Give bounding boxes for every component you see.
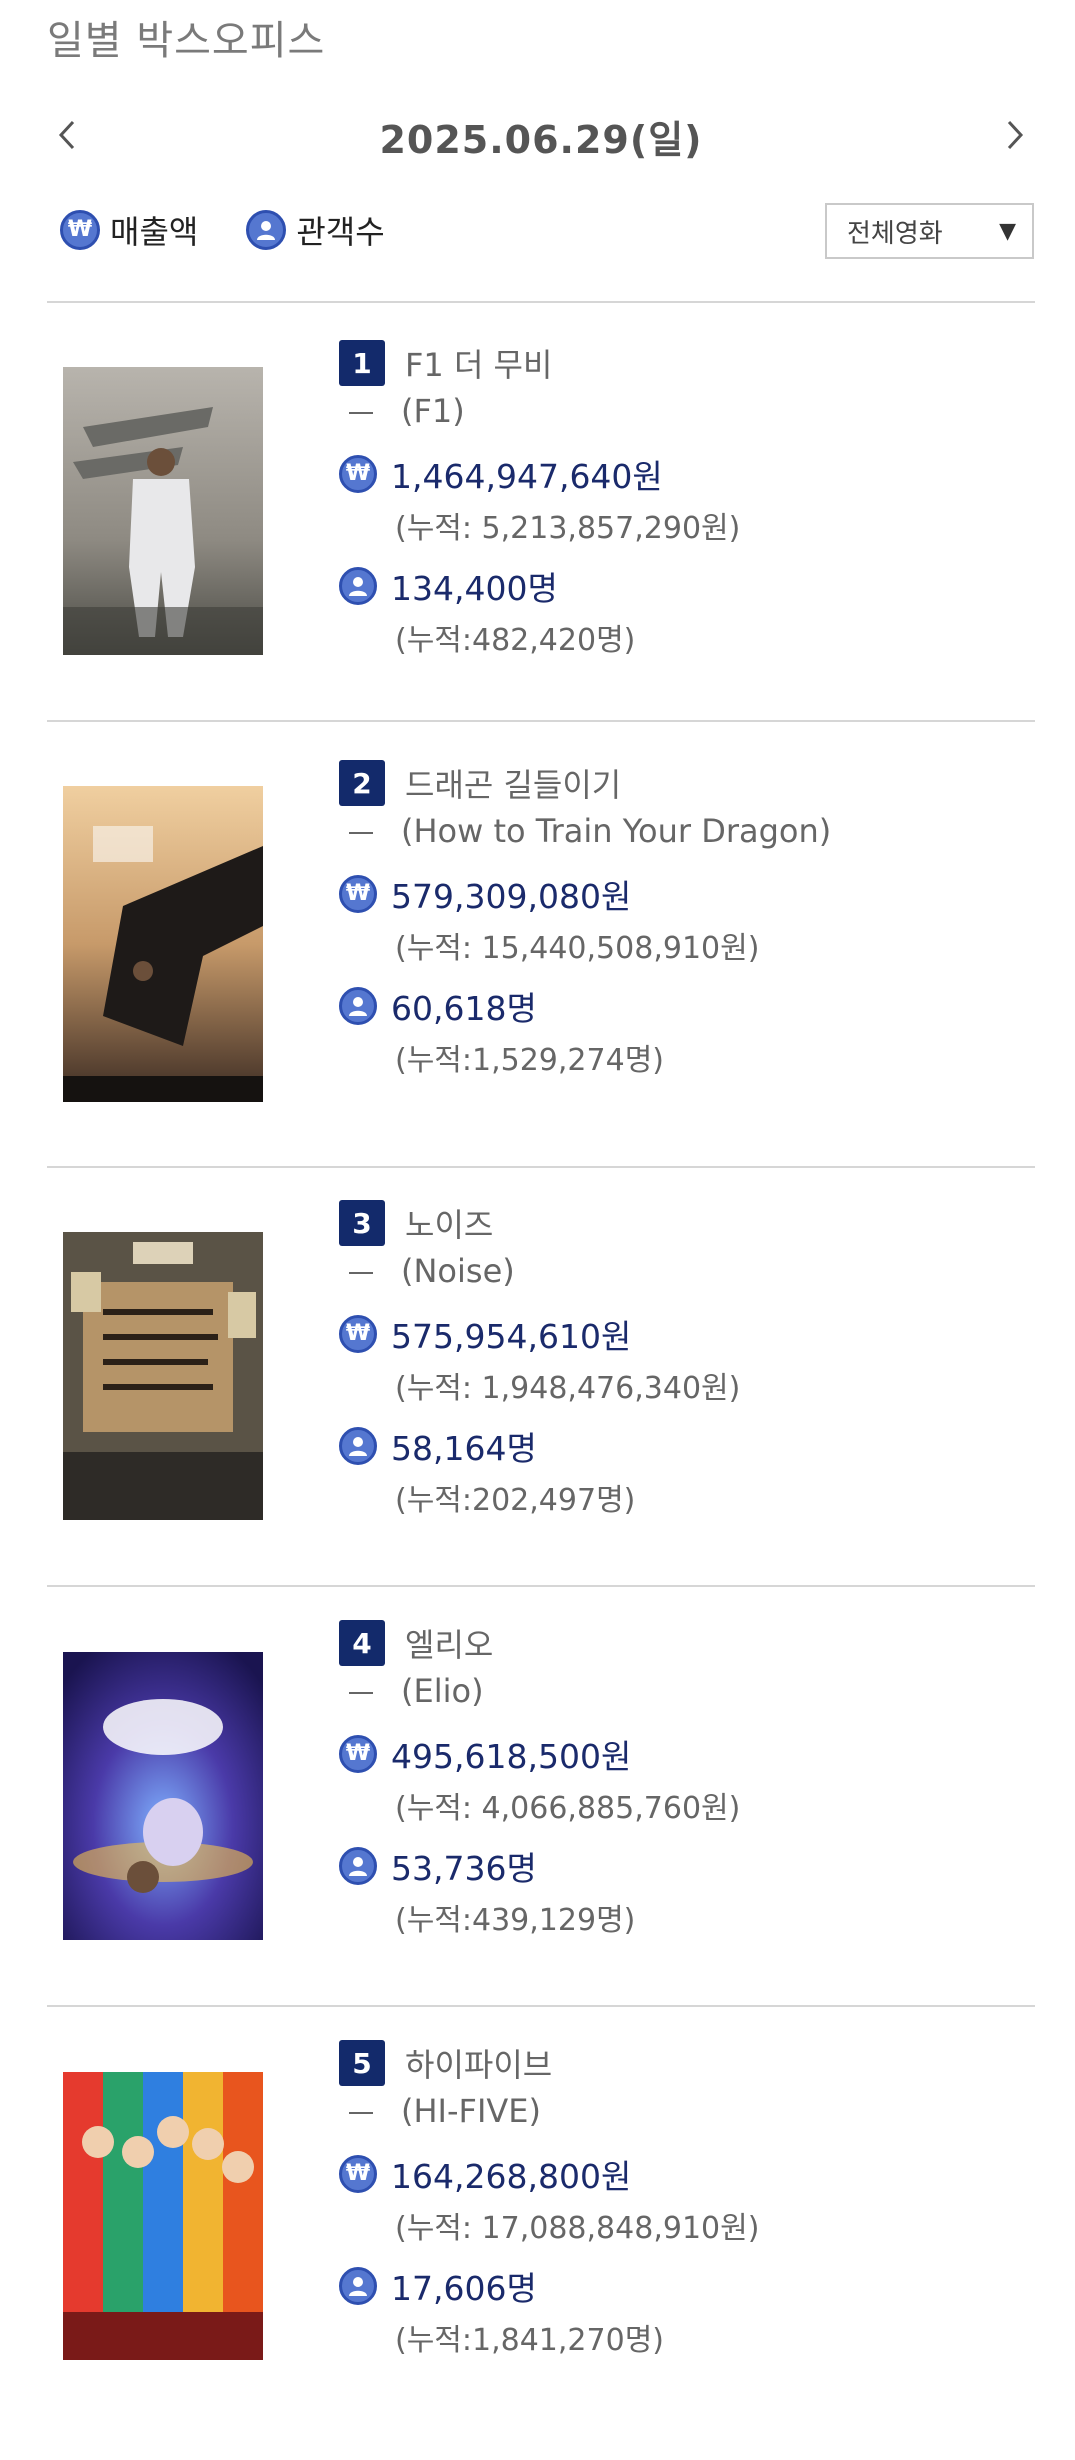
movie-poster[interactable] xyxy=(63,1652,263,1940)
won-icon: ₩ xyxy=(339,1735,377,1773)
movie-item[interactable]: 5 하이파이브 (HI-FIVE) ₩ 164,268,800원 (누적: 17… xyxy=(47,2040,1035,2460)
rank-badge: 1 xyxy=(339,340,385,386)
movie-poster[interactable] xyxy=(63,1232,263,1520)
won-icon: ₩ xyxy=(60,210,100,250)
won-icon: ₩ xyxy=(339,1315,377,1353)
movie-poster[interactable] xyxy=(63,786,263,1102)
legend: ₩ 매출액 관객수 xyxy=(60,205,433,255)
sales-value: 1,464,947,640원 xyxy=(391,457,663,496)
current-date: 2025.06.29(일) xyxy=(379,118,703,162)
divider xyxy=(47,1585,1035,1587)
audience-cumulative: (누적:1,529,274명) xyxy=(395,1043,664,1078)
person-icon xyxy=(339,987,377,1025)
rank-row: 5 하이파이브 xyxy=(339,2040,552,2086)
person-icon xyxy=(339,1847,377,1885)
original-title: (Elio) xyxy=(349,1672,484,1710)
rank-row: 2 드래곤 길들이기 xyxy=(339,760,621,806)
sales-cumulative: (누적: 17,088,848,910원) xyxy=(395,2211,760,2246)
sales-cumulative: (누적: 15,440,508,910원) xyxy=(395,931,760,966)
audience-row: 60,618명 xyxy=(339,982,537,1030)
sales-value: 579,309,080원 xyxy=(391,877,632,916)
sales-cumulative: (누적: 5,213,857,290원) xyxy=(395,511,741,546)
chevron-right-icon xyxy=(1007,120,1024,150)
movie-poster[interactable] xyxy=(63,367,263,655)
audience-row: 134,400명 xyxy=(339,562,558,610)
rank-badge: 5 xyxy=(339,2040,385,2086)
sales-row: ₩ 575,954,610원 xyxy=(339,1310,631,1358)
sales-value: 495,618,500원 xyxy=(391,1737,632,1776)
filter-selected-value: 전체영화 xyxy=(847,218,943,249)
original-title-text: (How to Train Your Dragon) xyxy=(401,812,832,850)
movie-poster[interactable] xyxy=(63,2072,263,2360)
movie-title[interactable]: 엘리오 xyxy=(405,1620,493,1666)
won-icon: ₩ xyxy=(339,875,377,913)
sales-row: ₩ 164,268,800원 xyxy=(339,2150,631,2198)
legend-sales-label: 매출액 xyxy=(110,213,199,251)
movie-title[interactable]: 하이파이브 xyxy=(405,2040,552,2086)
rank-row: 1 F1 더 무비 xyxy=(339,340,552,386)
movie-item[interactable]: 1 F1 더 무비 (F1) ₩ 1,464,947,640원 (누적: 5,2… xyxy=(47,340,1035,760)
sales-row: ₩ 1,464,947,640원 xyxy=(339,450,663,498)
original-title-text: (F1) xyxy=(401,392,465,430)
sales-row: ₩ 495,618,500원 xyxy=(339,1730,631,1778)
original-title: (Noise) xyxy=(349,1252,515,1290)
date-navigation: 2025.06.29(일) xyxy=(47,105,1035,165)
original-title: (HI-FIVE) xyxy=(349,2092,541,2130)
audience-cumulative: (누적:439,129명) xyxy=(395,1903,636,1938)
person-icon xyxy=(339,1427,377,1465)
movie-title[interactable]: F1 더 무비 xyxy=(405,340,552,386)
movie-title[interactable]: 드래곤 길들이기 xyxy=(405,760,621,806)
original-title: (How to Train Your Dragon) xyxy=(349,812,831,850)
dropdown-caret-icon: ▼ xyxy=(999,218,1016,244)
legend-sales: ₩ 매출액 xyxy=(60,207,198,253)
audience-cumulative: (누적:1,841,270명) xyxy=(395,2323,664,2358)
movie-item[interactable]: 4 엘리오 (Elio) ₩ 495,618,500원 (누적: 4,066,8… xyxy=(47,1620,1035,2040)
audience-row: 58,164명 xyxy=(339,1422,537,1470)
rank-badge: 2 xyxy=(339,760,385,806)
won-icon: ₩ xyxy=(339,455,377,493)
rank-badge: 4 xyxy=(339,1620,385,1666)
movie-filter-select[interactable]: 전체영화 ▼ xyxy=(825,203,1034,259)
movie-item[interactable]: 3 노이즈 (Noise) ₩ 575,954,610원 (누적: 1,948,… xyxy=(47,1200,1035,1620)
divider xyxy=(47,2005,1035,2007)
original-title-text: (Noise) xyxy=(401,1252,515,1290)
sales-cumulative: (누적: 4,066,885,760원) xyxy=(395,1791,741,1826)
audience-row: 17,606명 xyxy=(339,2262,537,2310)
page-title: 일별 박스오피스 xyxy=(47,18,326,64)
divider xyxy=(47,1166,1035,1168)
sales-row: ₩ 579,309,080원 xyxy=(339,870,631,918)
divider xyxy=(47,301,1035,303)
audience-value: 134,400명 xyxy=(391,569,558,608)
sales-value: 164,268,800원 xyxy=(391,2157,632,2196)
next-date-button[interactable] xyxy=(995,113,1035,157)
audience-value: 17,606명 xyxy=(391,2269,537,2308)
divider xyxy=(47,720,1035,722)
audience-value: 53,736명 xyxy=(391,1849,537,1888)
rank-row: 3 노이즈 xyxy=(339,1200,493,1246)
movie-title[interactable]: 노이즈 xyxy=(405,1200,493,1246)
rank-badge: 3 xyxy=(339,1200,385,1246)
person-icon xyxy=(339,567,377,605)
audience-cumulative: (누적:482,420명) xyxy=(395,623,636,658)
legend-audience: 관객수 xyxy=(246,207,385,253)
sales-cumulative: (누적: 1,948,476,340원) xyxy=(395,1371,741,1406)
audience-value: 60,618명 xyxy=(391,989,537,1028)
audience-cumulative: (누적:202,497명) xyxy=(395,1483,636,1518)
original-title: (F1) xyxy=(349,392,465,430)
original-title-text: (HI-FIVE) xyxy=(401,2092,541,2130)
audience-row: 53,736명 xyxy=(339,1842,537,1890)
person-icon xyxy=(246,210,287,250)
legend-audience-label: 관객수 xyxy=(296,213,385,251)
movie-item[interactable]: 2 드래곤 길들이기 (How to Train Your Dragon) ₩ … xyxy=(47,760,1035,1180)
audience-value: 58,164명 xyxy=(391,1429,537,1468)
sales-value: 575,954,610원 xyxy=(391,1317,632,1356)
person-icon xyxy=(339,2267,377,2305)
rank-row: 4 엘리오 xyxy=(339,1620,493,1666)
won-icon: ₩ xyxy=(339,2155,377,2193)
original-title-text: (Elio) xyxy=(401,1672,484,1710)
